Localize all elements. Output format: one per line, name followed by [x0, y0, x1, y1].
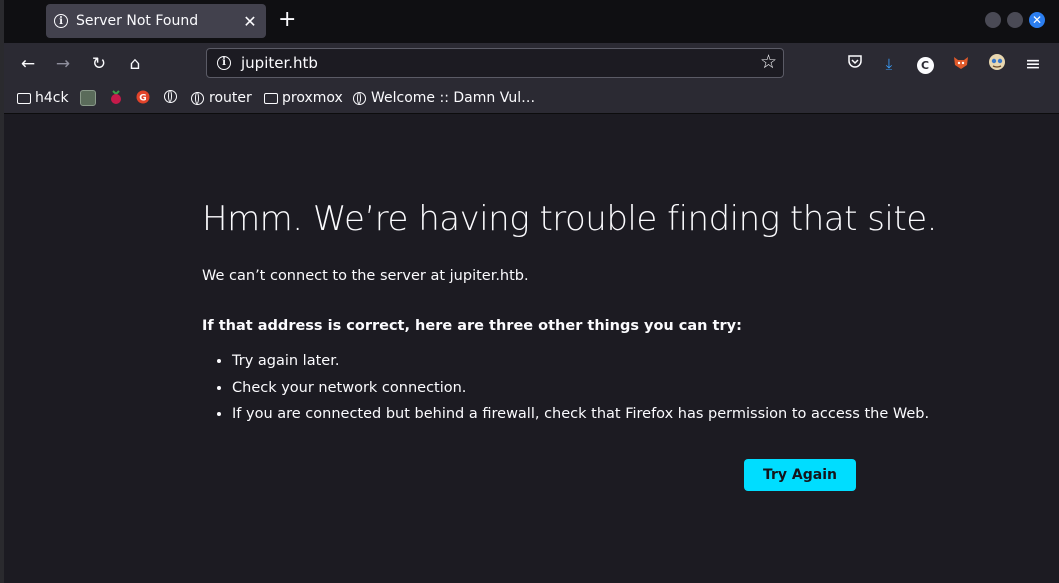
bookmark-dvwa[interactable]: Welcome :: Damn Vul… [353, 90, 535, 106]
info-icon: i [54, 14, 68, 28]
tab-title: Server Not Found [76, 13, 199, 29]
error-title: Hmm. We’re having trouble finding that s… [202, 199, 937, 239]
tab-server-not-found[interactable]: i Server Not Found ✕ [46, 4, 266, 38]
url-text[interactable]: jupiter.htb [241, 54, 318, 72]
extension-c-icon[interactable]: C [914, 53, 936, 75]
address-bar[interactable]: i jupiter.htb ☆ [206, 48, 784, 78]
suggestions-list: Try again later. Check your network conn… [202, 348, 929, 428]
globe-icon [164, 90, 177, 103]
close-window-button[interactable]: ✕ [1029, 12, 1045, 28]
globe-icon [353, 91, 366, 105]
gitlab-icon: G [136, 90, 150, 104]
tab-strip: i Server Not Found ✕ + ✕ [4, 0, 1059, 43]
error-description: We can’t connect to the server at jupite… [202, 268, 529, 284]
bookmark-raspberry[interactable] [109, 90, 123, 105]
bookmark-globe[interactable] [164, 90, 182, 103]
reload-button[interactable]: ↻ [88, 53, 110, 75]
raspberry-icon [111, 90, 121, 104]
bookmark-star-icon[interactable]: ☆ [760, 51, 777, 73]
extension-fox-icon[interactable] [950, 53, 972, 75]
download-icon[interactable]: ⤓ [878, 53, 900, 75]
site-info-icon[interactable]: i [217, 56, 231, 70]
bookmark-label: h4ck [35, 90, 69, 106]
suggestions-heading: If that address is correct, here are thr… [202, 318, 742, 334]
menu-icon[interactable]: ≡ [1022, 53, 1044, 75]
site-icon [80, 90, 96, 106]
pocket-icon[interactable] [844, 53, 866, 75]
list-item: If you are connected but behind a firewa… [232, 401, 929, 428]
home-button[interactable]: ⌂ [124, 53, 146, 75]
bookmark-router[interactable]: router [191, 90, 252, 106]
window-controls: ✕ [985, 12, 1045, 28]
bookmark-h4ck[interactable]: h4ck [17, 90, 69, 106]
maximize-button[interactable] [1007, 12, 1023, 28]
try-again-button[interactable]: Try Again [744, 459, 856, 491]
tab-close-icon[interactable]: ✕ [242, 12, 258, 31]
bookmark-proxmox[interactable]: proxmox [264, 90, 343, 106]
forward-button[interactable]: → [52, 53, 74, 75]
error-page: Hmm. We’re having trouble finding that s… [4, 114, 1059, 583]
new-tab-button[interactable]: + [278, 9, 296, 31]
svg-text:G: G [139, 94, 146, 104]
bookmarks-toolbar: h4ck G router proxmox Welcome :: Damn Vu… [4, 85, 1059, 114]
folder-icon [264, 92, 278, 104]
minimize-button[interactable] [985, 12, 1001, 28]
back-button[interactable]: ← [17, 53, 39, 75]
browser-window: i Server Not Found ✕ + ✕ ← → ↻ ⌂ i jupit… [4, 0, 1059, 583]
list-item: Check your network connection. [232, 375, 929, 402]
extension-avatar-icon[interactable] [986, 53, 1008, 75]
bookmark-label: Welcome :: Damn Vul… [371, 90, 536, 106]
bookmark-label: proxmox [282, 90, 343, 106]
globe-icon [191, 91, 204, 105]
bookmark-gitlab[interactable]: G [136, 90, 150, 104]
list-item: Try again later. [232, 348, 929, 375]
folder-icon [17, 92, 31, 104]
bookmark-site[interactable] [80, 90, 96, 106]
navigation-toolbar: ← → ↻ ⌂ i jupiter.htb ☆ ⤓ C ≡ [4, 43, 1059, 85]
bookmark-label: router [209, 90, 252, 106]
